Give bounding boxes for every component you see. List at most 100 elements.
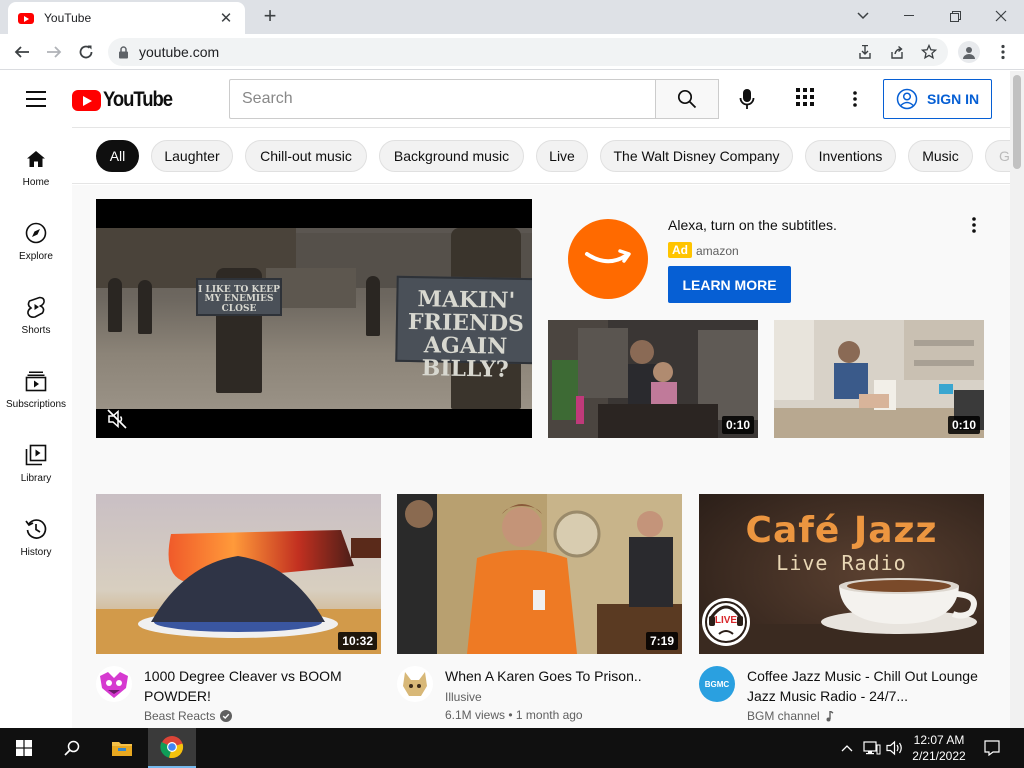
shorts-icon <box>24 295 48 319</box>
channel-name: BGM channel <box>747 709 820 723</box>
scrollbar-thumb[interactable] <box>1013 75 1021 169</box>
sign-in-button[interactable]: SIGN IN <box>883 79 992 119</box>
guide-item-library[interactable]: Library <box>0 423 72 497</box>
learn-more-button[interactable]: LEARN MORE <box>668 266 791 303</box>
video-title[interactable]: When A Karen Goes To Prison.. <box>445 666 677 686</box>
channel-name: Illusive <box>445 690 482 704</box>
cafe-jazz-thumbnail-subtitle: Live Radio <box>776 551 907 575</box>
ad-scene-sign-left: I LIKE TO KEEP MY ENEMIES CLOSE <box>196 278 282 316</box>
close-tab-icon[interactable]: ✕ <box>217 9 235 27</box>
page-scrollbar[interactable] <box>1010 71 1024 728</box>
video-thumbnail[interactable]: 10:32 <box>96 494 381 654</box>
video-duration: 10:32 <box>338 632 377 650</box>
chip-partial[interactable]: G <box>985 140 1010 172</box>
chip-walt-disney-company[interactable]: The Walt Disney Company <box>600 140 793 172</box>
ad-more-options-icon[interactable] <box>966 215 982 235</box>
ad-badge: Ad <box>668 242 692 258</box>
show-hidden-icons-chevron-icon[interactable] <box>838 738 856 758</box>
guide-label: Shorts <box>21 325 51 336</box>
subscriptions-icon <box>24 369 48 393</box>
chip-all[interactable]: All <box>96 140 139 172</box>
browser-tabstrip: YouTube ✕ + <box>0 0 1024 34</box>
video-thumbnail-image <box>397 494 682 654</box>
music-note-icon <box>826 710 834 721</box>
browser-tab-youtube[interactable]: YouTube ✕ <box>8 2 245 34</box>
clock-date: 2/21/2022 <box>912 749 966 763</box>
reload-icon[interactable] <box>74 40 98 64</box>
guide-item-history[interactable]: History <box>0 497 72 571</box>
network-icon[interactable] <box>861 738 883 758</box>
channel-avatar[interactable] <box>96 666 132 702</box>
youtube-play-icon <box>72 89 101 111</box>
ad-title[interactable]: Alexa, turn on the subtitles. <box>668 217 837 233</box>
youtube-apps-grid-icon[interactable] <box>796 88 818 110</box>
chip-inventions[interactable]: Inventions <box>805 140 896 172</box>
search-button[interactable] <box>655 79 719 119</box>
address-bar[interactable]: youtube.com <box>108 38 948 66</box>
youtube-logo[interactable]: YouTube <box>72 88 181 112</box>
chip-live[interactable]: Live <box>536 140 588 172</box>
taskbar-search-icon[interactable] <box>48 728 96 768</box>
share-icon[interactable] <box>886 38 908 66</box>
search-input[interactable] <box>242 90 656 108</box>
mini-guide-sidebar: Home Explore Shorts Subscriptions Librar… <box>0 127 72 728</box>
video-thumbnail[interactable]: 7:19 <box>397 494 682 654</box>
bookmark-star-icon[interactable] <box>918 38 940 66</box>
channel-avatar[interactable] <box>397 666 433 702</box>
file-explorer-icon[interactable] <box>98 728 146 768</box>
guide-label: Subscriptions <box>5 399 67 410</box>
video-card[interactable]: Café Jazz Live Radio LIVE BGMC Coffee Ja… <box>699 494 984 728</box>
chip-background-music[interactable]: Background music <box>379 140 524 172</box>
ad-video-player[interactable]: I LIKE TO KEEP MY ENEMIES CLOSE MAKIN' F… <box>96 199 532 438</box>
guide-item-shorts[interactable]: Shorts <box>0 275 72 349</box>
sign-in-label: SIGN IN <box>927 91 980 107</box>
volume-icon[interactable] <box>884 738 906 758</box>
restore-window-button[interactable] <box>932 4 978 28</box>
video-title[interactable]: Coffee Jazz Music - Chill Out Lounge Jaz… <box>747 666 979 706</box>
video-stats: 6.1M views • 1 month ago <box>445 708 583 722</box>
back-arrow-icon[interactable] <box>10 40 34 64</box>
minimize-window-button[interactable] <box>886 4 932 28</box>
profile-avatar-icon[interactable] <box>958 41 980 63</box>
video-card[interactable]: 7:19 When A Karen Goes To Prison.. Illus… <box>397 494 682 728</box>
chrome-menu-icon[interactable] <box>994 41 1012 63</box>
video-channel[interactable]: BGM channel <box>747 709 834 723</box>
muted-speaker-icon[interactable] <box>106 408 128 430</box>
ad-video-frame: I LIKE TO KEEP MY ENEMIES CLOSE MAKIN' F… <box>96 228 532 409</box>
guide-item-explore[interactable]: Explore <box>0 201 72 275</box>
video-card[interactable]: 10:32 1000 Degree Cleaver vs BOOM POWDER… <box>96 494 381 728</box>
video-title[interactable]: 1000 Degree Cleaver vs BOOM POWDER! <box>144 666 376 706</box>
filter-chips-bar: All Laughter Chill-out music Background … <box>72 127 1010 184</box>
video-meta: BGMC Coffee Jazz Music - Chill Out Loung… <box>699 654 984 728</box>
action-center-notification-icon[interactable] <box>980 738 1004 758</box>
ad-thumbnail-2[interactable]: 0:10 <box>774 320 984 438</box>
guide-item-subscriptions[interactable]: Subscriptions <box>0 349 72 423</box>
hamburger-menu-icon[interactable] <box>26 91 46 107</box>
close-window-button[interactable] <box>978 4 1024 28</box>
channel-avatar[interactable]: BGMC <box>699 666 735 702</box>
voice-search-mic-icon[interactable] <box>733 85 761 113</box>
tab-search-chevron-icon[interactable] <box>840 4 886 28</box>
install-app-icon[interactable] <box>854 38 876 66</box>
taskbar-clock[interactable]: 12:07 AM 2/21/2022 <box>904 732 974 764</box>
home-icon <box>24 147 48 171</box>
chrome-taskbar-icon[interactable] <box>148 728 196 768</box>
cafe-jazz-thumbnail-title: Café Jazz <box>745 510 938 551</box>
forward-arrow-icon[interactable] <box>42 40 66 64</box>
video-duration: 7:19 <box>645 632 678 650</box>
settings-more-icon[interactable] <box>846 87 864 111</box>
new-tab-button[interactable]: + <box>258 4 282 28</box>
video-channel[interactable]: Illusive <box>445 690 482 704</box>
video-channel[interactable]: Beast Reacts <box>144 709 233 723</box>
guide-label: Home <box>22 177 50 188</box>
chip-chill-out-music[interactable]: Chill-out music <box>245 140 367 172</box>
youtube-masthead: YouTube SIGN IN <box>0 71 1010 127</box>
chip-music[interactable]: Music <box>908 140 973 172</box>
windows-start-icon[interactable] <box>0 728 48 768</box>
guide-item-home[interactable]: Home <box>0 127 72 201</box>
chip-laughter[interactable]: Laughter <box>151 140 233 172</box>
video-thumbnail[interactable]: Café Jazz Live Radio LIVE <box>699 494 984 654</box>
amazon-smile-logo[interactable] <box>568 219 648 299</box>
video-thumbnail-image <box>96 494 381 654</box>
ad-thumbnail-1[interactable]: 0:10 <box>548 320 758 438</box>
